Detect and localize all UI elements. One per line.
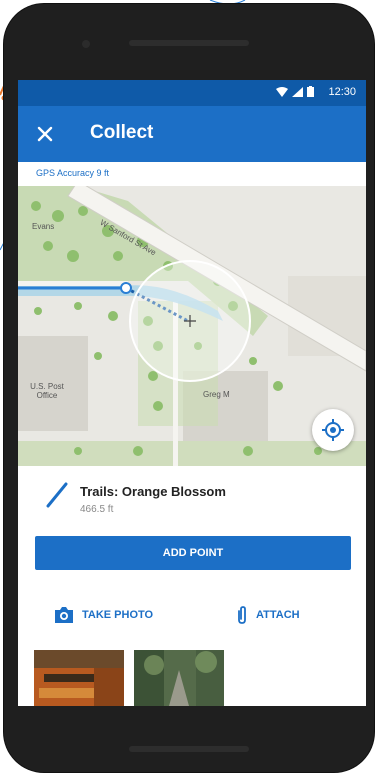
close-icon[interactable] xyxy=(32,121,58,147)
photo-thumbnail[interactable] xyxy=(34,650,124,706)
feature-title: Trails: Orange Blossom xyxy=(80,484,226,499)
attach-label: ATTACH xyxy=(256,609,300,621)
top-speaker xyxy=(129,40,249,46)
photo-thumbnail[interactable] xyxy=(134,650,224,706)
camera-icon xyxy=(55,607,73,623)
add-point-button[interactable]: ADD POINT xyxy=(35,536,351,570)
map-label-greg: Greg M xyxy=(203,390,230,399)
battery-icon xyxy=(307,86,314,97)
map-label-post-office: U.S. Post Office xyxy=(30,382,64,400)
map-label-evans: Evans xyxy=(32,222,55,231)
locate-button[interactable] xyxy=(312,409,354,451)
photo-image xyxy=(134,650,224,706)
gps-accuracy-text: GPS Accuracy 9 ft xyxy=(36,168,110,178)
gps-accuracy-bar: GPS Accuracy 9 ft xyxy=(18,162,366,187)
front-camera xyxy=(82,40,90,48)
status-time: 12:30 xyxy=(328,86,356,98)
signal-icon xyxy=(292,86,303,97)
page-title: Collect xyxy=(90,122,154,143)
attach-button[interactable]: ATTACH xyxy=(236,603,300,627)
wifi-icon xyxy=(276,86,288,97)
status-bar: 12:30 xyxy=(18,80,366,106)
take-photo-label: TAKE PHOTO xyxy=(82,609,154,621)
photo-image xyxy=(34,650,124,706)
app-bar: Collect xyxy=(18,106,366,162)
take-photo-button[interactable]: TAKE PHOTO xyxy=(54,603,153,627)
paperclip-icon xyxy=(238,606,246,624)
feature-length: 466.5 ft xyxy=(80,504,114,515)
app-screen: 12:30 Collect GPS Accuracy 9 ft W Sanfor… xyxy=(18,80,366,706)
crosshair-icon xyxy=(322,419,344,441)
line-icon xyxy=(46,482,68,508)
bottom-speaker xyxy=(129,746,249,752)
status-icons xyxy=(276,86,314,97)
map-view[interactable]: W Sanford St Ave U.S. Post Office Greg M… xyxy=(18,186,366,466)
